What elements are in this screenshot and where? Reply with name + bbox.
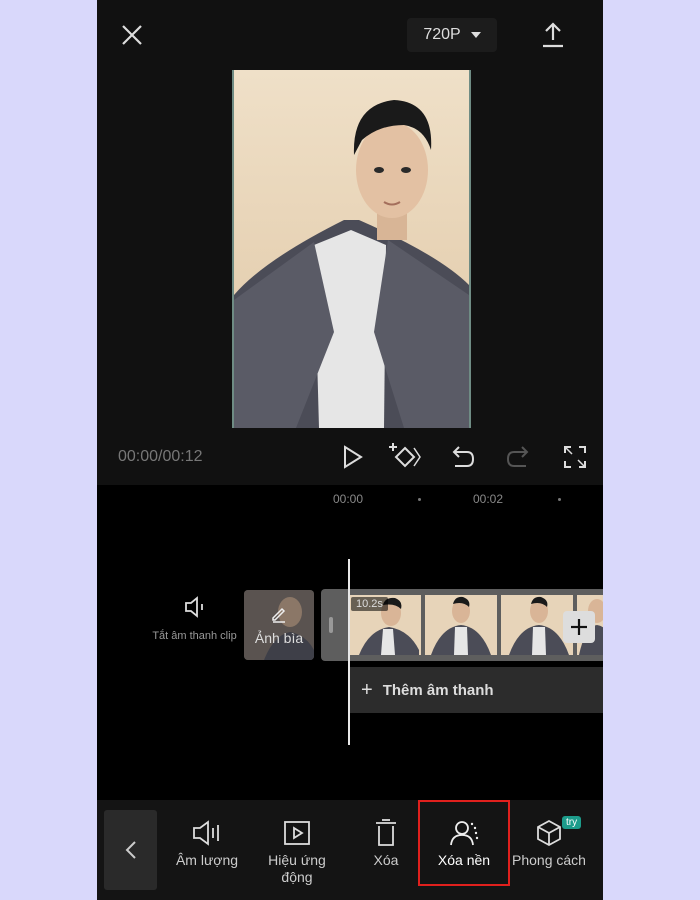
top-bar: 720P — [97, 0, 603, 70]
tool-volume[interactable]: Âm lượng — [165, 818, 249, 869]
add-audio-button[interactable]: + Thêm âm thanh — [349, 667, 603, 713]
export-button[interactable] — [537, 18, 569, 52]
mute-clip-button[interactable]: Tắt âm thanh clip — [152, 595, 237, 643]
try-badge: try — [562, 816, 582, 829]
redo-button[interactable] — [502, 440, 536, 474]
delete-icon — [376, 819, 396, 846]
clip-frame — [425, 595, 497, 655]
speaker-icon — [184, 596, 203, 618]
back-button[interactable] — [104, 810, 157, 890]
plus-icon — [571, 619, 587, 635]
play-icon — [344, 445, 363, 469]
ruler-tick-label: 00:00 — [333, 492, 364, 506]
edit-pencil-icon — [272, 607, 286, 623]
add-clip-button[interactable] — [563, 611, 595, 643]
playhead[interactable] — [348, 559, 350, 745]
preview-area — [97, 70, 603, 430]
video-preview[interactable] — [232, 70, 471, 428]
redo-icon — [506, 446, 529, 467]
cover-thumbnail — [244, 590, 314, 660]
tool-remove-background[interactable]: Xóa nền — [422, 818, 506, 869]
cover-label: Ảnh bìa — [254, 630, 304, 646]
close-icon — [122, 25, 142, 45]
ruler-tick-label: 00:02 — [473, 492, 504, 506]
portrait-image — [234, 100, 469, 428]
time-ruler: 00:00 00:02 — [97, 485, 603, 515]
animation-icon — [284, 821, 310, 845]
volume-icon — [193, 820, 219, 846]
tool-animation-label: Hiệu ứng động — [268, 852, 326, 885]
tool-delete[interactable]: Xóa — [344, 818, 428, 869]
bottom-toolbar: Âm lượng Hiệu ứng động Xóa Xóa nền Phong… — [97, 800, 603, 900]
resolution-label: 720P — [423, 26, 461, 43]
tool-delete-label: Xóa — [373, 852, 399, 868]
ruler-tick-dot — [558, 498, 561, 501]
video-clip-track[interactable]: 10.2s — [321, 589, 603, 661]
ruler-tick-dot — [418, 498, 421, 501]
clip-trim-handle[interactable] — [329, 617, 333, 633]
chevron-left-icon — [125, 841, 136, 859]
playback-controls: 00:00/00:12 — [97, 430, 603, 485]
mute-clip-label: Tắt âm thanh clip — [152, 630, 237, 642]
undo-button[interactable] — [445, 440, 479, 474]
editor-screen: 720P 00:00/00:12 00:00 00:02 Tắt âm than… — [97, 0, 603, 900]
tool-animation[interactable]: Hiệu ứng động — [255, 818, 339, 886]
fullscreen-icon — [564, 446, 586, 468]
resolution-dropdown[interactable]: 720P — [407, 18, 497, 52]
add-audio-label: Thêm âm thanh — [382, 681, 494, 699]
timecode: 00:00/00:12 — [118, 448, 203, 465]
play-button[interactable] — [335, 440, 369, 474]
undo-icon — [452, 446, 475, 467]
tool-volume-label: Âm lượng — [175, 852, 239, 868]
cover-button[interactable]: Ảnh bìa — [244, 590, 314, 660]
remove-background-icon — [450, 821, 479, 846]
clip-duration-badge: 10.2s — [351, 597, 388, 611]
keyframe-button[interactable] — [387, 440, 421, 474]
caret-down-icon — [470, 32, 481, 38]
keyframe-icon — [389, 443, 421, 468]
fullscreen-button[interactable] — [558, 440, 592, 474]
close-button[interactable] — [117, 20, 147, 50]
timeline: Tắt âm thanh clip Ảnh bìa 10.2s + Thêm â… — [97, 515, 603, 800]
style-icon — [537, 819, 561, 847]
tool-style-label: Phong cách — [512, 852, 586, 868]
upload-icon — [543, 22, 563, 48]
plus-icon: + — [361, 678, 373, 701]
tool-remove-background-label: Xóa nền — [437, 852, 491, 868]
